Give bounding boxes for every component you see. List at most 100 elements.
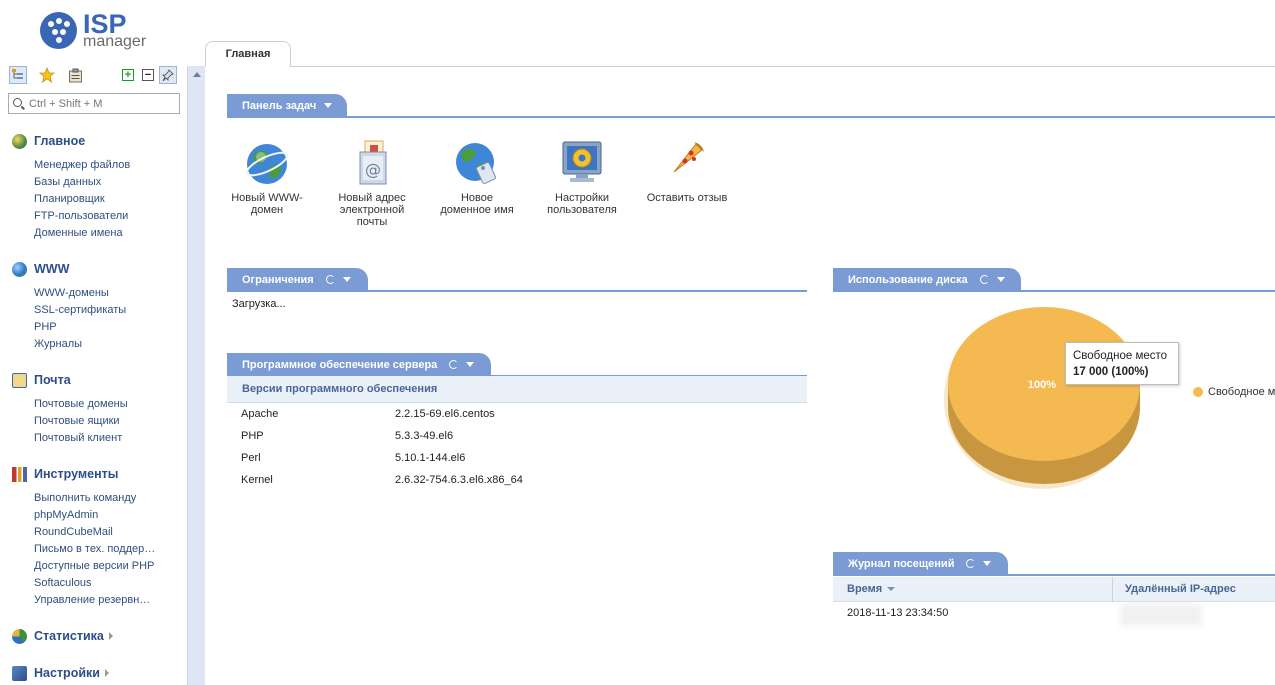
tooltip-series-name: Свободное место [1073, 350, 1168, 362]
domain-name-icon [454, 138, 500, 186]
clipboard-button[interactable] [66, 66, 84, 84]
chevron-right-icon [104, 669, 109, 677]
www-globe-icon [12, 261, 27, 277]
nav-item-scheduler[interactable]: Планировщик [34, 192, 105, 206]
pie-legend[interactable]: Свободное м [1193, 385, 1275, 399]
nav-item-domain-names[interactable]: Доменные имена [34, 226, 123, 240]
caret-down-icon[interactable] [983, 561, 992, 566]
refresh-icon[interactable] [325, 275, 335, 284]
nav-item-ssl-certificates[interactable]: SSL-сертификаты [34, 303, 126, 317]
menu-search[interactable] [8, 93, 180, 114]
logo-text-secondary: manager [83, 33, 147, 50]
software-name: PHP [241, 430, 264, 442]
tooltip-value: 17 000 (100%) [1073, 366, 1149, 378]
caret-down-icon[interactable] [342, 277, 351, 282]
nav-item-mail-client[interactable]: Почтовый клиент [34, 431, 122, 445]
taskbar-panel-title[interactable]: Панель задач [227, 94, 347, 118]
software-version: 2.6.32-754.6.3.el6.x86_64 [395, 474, 523, 486]
nav-group-tools-header[interactable]: Инструменты [12, 466, 118, 482]
visit-ip-cell-redacted [1120, 604, 1202, 626]
task-new-www-domain[interactable]: Новый WWW-домен [226, 138, 308, 216]
nav-item-mailboxes[interactable]: Почтовые ящики [34, 414, 120, 428]
column-time[interactable]: Время [847, 577, 896, 602]
nav-item-softaculous[interactable]: Softaculous [34, 576, 91, 590]
svg-text:@: @ [365, 160, 381, 179]
pie-slice-label: 100% [1028, 379, 1056, 391]
nav-group-www-header[interactable]: WWW [12, 261, 69, 277]
nav-item-phpmyadmin[interactable]: phpMyAdmin [34, 508, 98, 522]
nav-item-php-versions[interactable]: Доступные версии PHP [34, 559, 154, 573]
nav-item-logs[interactable]: Журналы [34, 337, 82, 351]
pie-svg: 100% [944, 307, 1140, 489]
star-icon [39, 67, 55, 83]
tab-home[interactable]: Главная [205, 41, 291, 67]
software-panel-header: Программное обеспечение сервера [227, 353, 807, 377]
nav-group-settings-header[interactable]: Настройки [12, 665, 109, 681]
software-version: 5.10.1-144.el6 [395, 452, 466, 464]
caret-down-icon[interactable] [324, 103, 333, 108]
home-globe-icon [12, 133, 27, 149]
software-versions-subheader: Версии программного обеспечения [227, 376, 807, 403]
nav-group-statistics-header[interactable]: Статистика [12, 628, 113, 644]
collapse-all-button[interactable]: − [142, 69, 154, 81]
visits-table-header: Время Удалённый IP-адрес [833, 577, 1275, 602]
nav-item-www-domains[interactable]: WWW-домены [34, 286, 109, 300]
visits-panel-header: Журнал посещений [833, 552, 1275, 576]
expand-all-button[interactable]: + [122, 69, 134, 81]
task-new-domain-name[interactable]: Новое доменное имя [436, 138, 518, 216]
sidebar: ISP manager + − Ctrl + Shift + M Главное… [0, 0, 187, 685]
caret-down-icon[interactable] [996, 277, 1005, 282]
email-address-icon: @ [349, 138, 395, 186]
limits-panel-title[interactable]: Ограничения [227, 268, 368, 292]
logo-mark [40, 12, 77, 49]
disk-panel-title[interactable]: Использование диска [833, 268, 1021, 292]
nav-item-mail-domains[interactable]: Почтовые домены [34, 397, 128, 411]
nav-item-ftp-users[interactable]: FTP-пользователи [34, 209, 128, 223]
search-icon [13, 98, 22, 107]
isp-manager-logo[interactable]: ISP manager [38, 9, 158, 53]
feedback-pizza-icon [664, 138, 710, 186]
nav-item-php[interactable]: PHP [34, 320, 57, 334]
nav-item-databases[interactable]: Базы данных [34, 175, 101, 189]
www-domain-icon [244, 138, 290, 186]
tools-icon [12, 466, 27, 482]
nav-item-file-manager[interactable]: Менеджер файлов [34, 158, 130, 172]
software-name: Apache [241, 408, 279, 420]
refresh-icon[interactable] [449, 360, 459, 369]
column-remote-ip[interactable]: Удалённый IP-адрес [1125, 577, 1236, 602]
task-leave-feedback[interactable]: Оставить отзыв [646, 138, 728, 204]
software-version: 5.3.3-49.el6 [395, 430, 454, 442]
nav-item-run-command[interactable]: Выполнить команду [34, 491, 136, 505]
pin-sidebar-button[interactable] [159, 66, 177, 84]
favorites-button[interactable] [38, 66, 56, 84]
visits-panel-title[interactable]: Журнал посещений [833, 552, 1008, 576]
nav-group-main-header[interactable]: Главное [12, 133, 85, 149]
sidebar-splitter[interactable] [187, 66, 205, 685]
user-settings-icon [559, 138, 605, 186]
pin-icon [162, 69, 174, 81]
clipboard-icon [68, 68, 82, 82]
caret-down-icon[interactable] [466, 362, 475, 367]
tab-bar: Главная [205, 40, 1275, 67]
scroll-up-icon[interactable] [193, 72, 201, 77]
task-new-email-address[interactable]: @ Новый адрес электронной почты [331, 138, 413, 228]
tree-view-button[interactable] [9, 66, 27, 84]
refresh-icon[interactable] [979, 275, 989, 284]
software-panel-title[interactable]: Программное обеспечение сервера [227, 353, 491, 377]
isp-manager-window: ISP manager + − Ctrl + Shift + M Главное… [0, 0, 1275, 685]
disk-panel-header: Использование диска [833, 268, 1275, 292]
refresh-icon[interactable] [966, 559, 976, 568]
nav-item-support-letter[interactable]: Письмо в тех. поддер… [34, 542, 155, 556]
nav-item-roundcubemail[interactable]: RoundCubeMail [34, 525, 113, 539]
visit-time-cell: 2018-11-13 23:34:50 [847, 607, 949, 619]
disk-usage-pie-chart: 100% [940, 300, 1140, 490]
nav-group-mail-header[interactable]: Почта [12, 372, 71, 388]
limits-panel-header: Ограничения [227, 268, 807, 292]
settings-icon [12, 665, 27, 681]
software-name: Perl [241, 452, 261, 464]
pie-tooltip: Свободное место 17 000 (100%) [1065, 342, 1179, 385]
task-user-settings[interactable]: Настройки пользователя [541, 138, 623, 216]
mail-icon [12, 372, 27, 388]
menu-search-input[interactable] [29, 96, 175, 111]
nav-item-backup-management[interactable]: Управление резервн… [34, 593, 150, 607]
